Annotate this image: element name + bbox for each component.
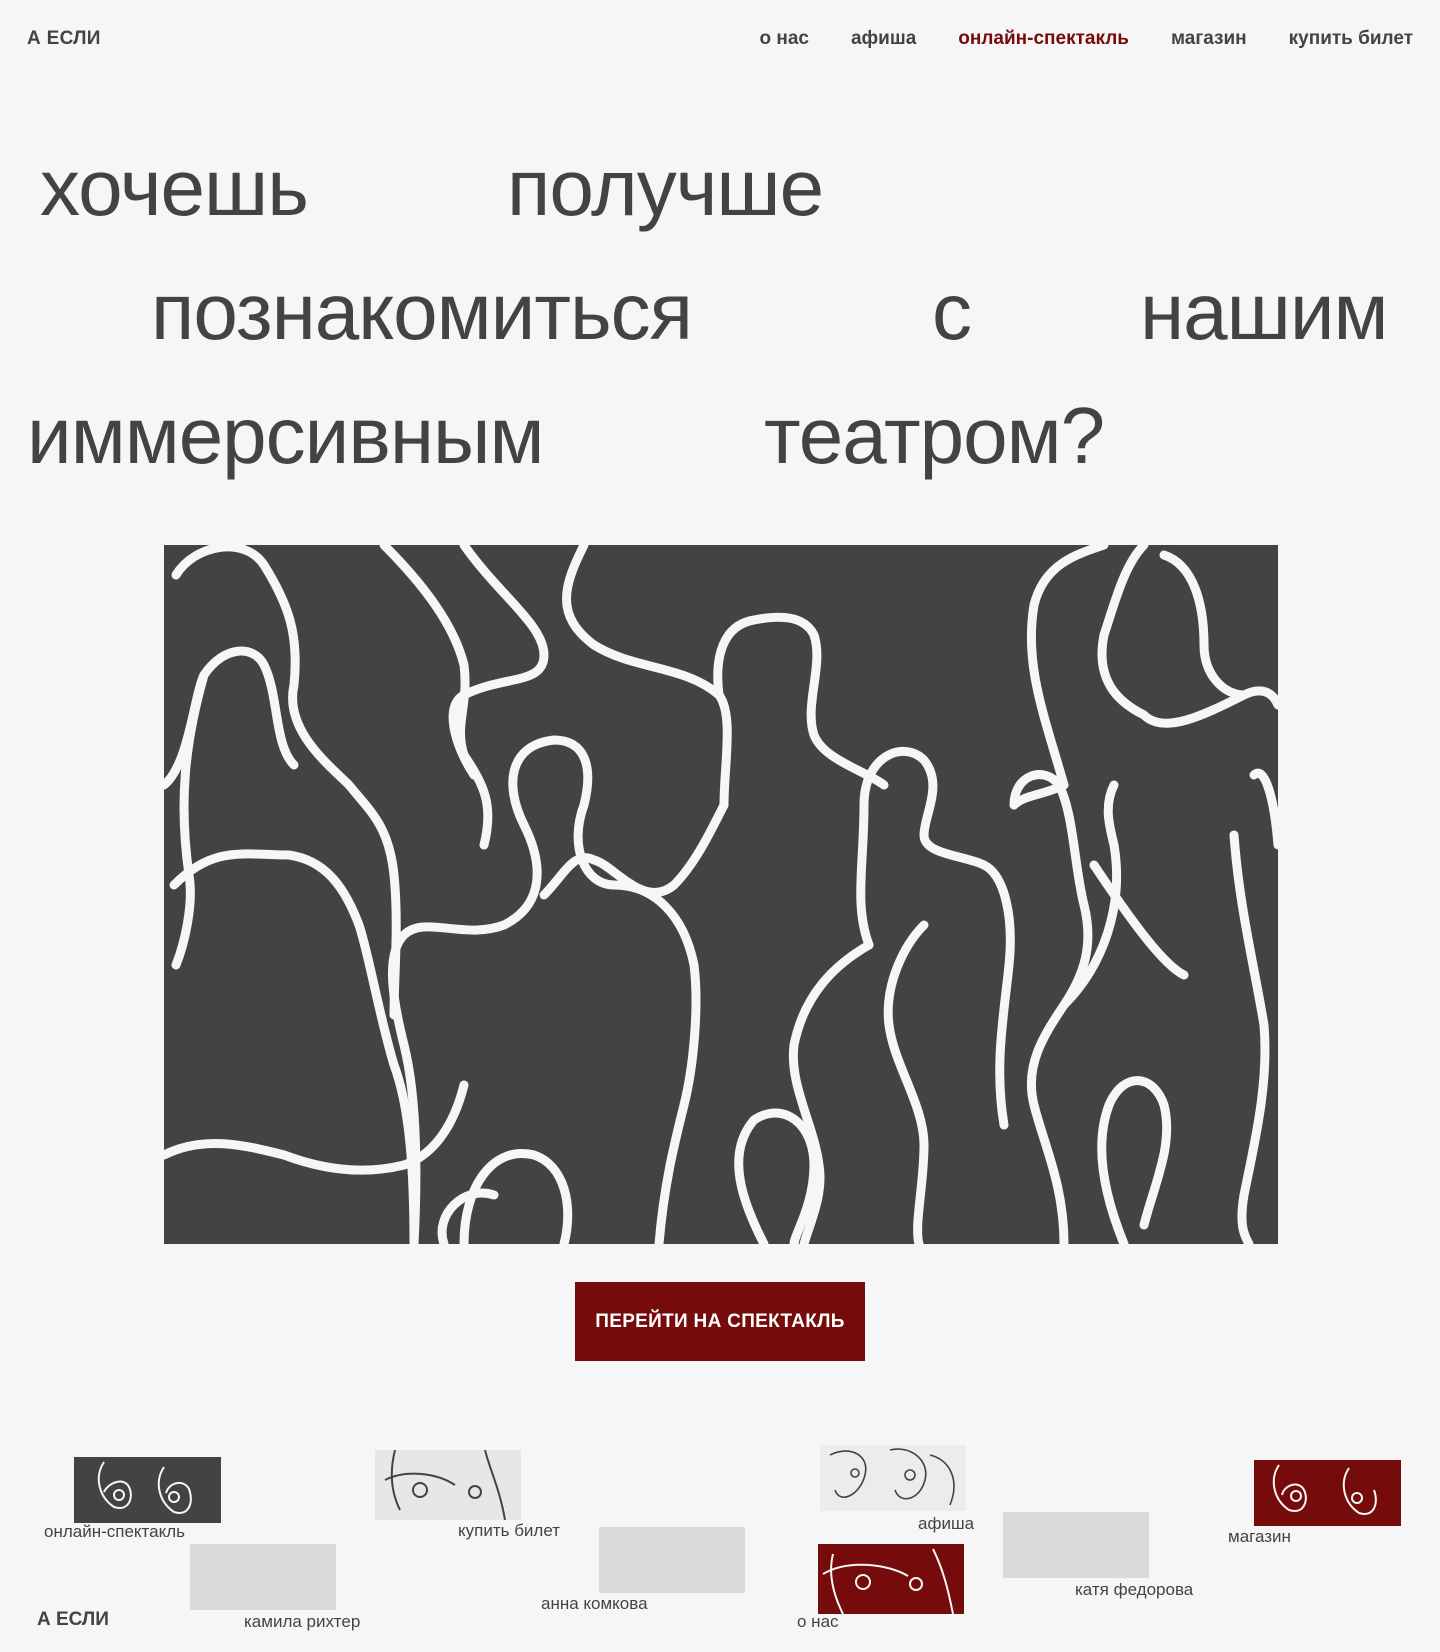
thumb-about[interactable]: [818, 1544, 964, 1614]
faces-sketch-icon: [822, 1548, 954, 1614]
footer-link-online-show[interactable]: онлайн-спектакль: [44, 1522, 185, 1542]
main-nav: о нас афиша онлайн-спектакль магазин куп…: [717, 28, 1413, 50]
headline-word: с: [932, 267, 972, 356]
footer-logo: А ЕСЛИ: [37, 1609, 109, 1630]
headline-word: нашим: [1140, 267, 1389, 356]
team-photo-placeholder: [599, 1527, 745, 1593]
thumb-online-show[interactable]: [74, 1457, 221, 1523]
faces-sketch-icon: [97, 1461, 192, 1514]
figures-line-art-icon: [164, 545, 1278, 1244]
team-photo-placeholder: [190, 1544, 336, 1610]
headline-word: познакомиться: [151, 267, 693, 356]
thumb-schedule[interactable]: [820, 1445, 966, 1511]
site-logo[interactable]: А ЕСЛИ: [27, 28, 101, 50]
headline-word: получше: [507, 143, 824, 232]
headline-word: театром?: [764, 391, 1105, 480]
headline-word: иммерсивным: [27, 391, 545, 480]
footer-link-katya-fedorova[interactable]: катя федорова: [1075, 1580, 1193, 1600]
footer-link-kamila-richter[interactable]: камила рихтер: [244, 1612, 360, 1632]
footer-link-anna-komkova[interactable]: анна комкова: [541, 1594, 648, 1614]
footer-link-shop[interactable]: магазин: [1228, 1527, 1291, 1547]
headline-word: хочешь: [40, 143, 309, 232]
page: А ЕСЛИ о нас афиша онлайн-спектакль мага…: [0, 0, 1440, 1652]
nav-about[interactable]: о нас: [759, 28, 809, 50]
nav-shop[interactable]: магазин: [1171, 28, 1247, 50]
thumb-buy-ticket[interactable]: [375, 1450, 521, 1520]
thumb-shop[interactable]: [1254, 1460, 1401, 1526]
team-photo-placeholder: [1003, 1512, 1149, 1578]
footer-link-schedule[interactable]: афиша: [918, 1514, 974, 1534]
footer-link-about[interactable]: о нас: [797, 1612, 839, 1632]
footer-link-buy-ticket[interactable]: купить билет: [458, 1521, 560, 1541]
nav-schedule[interactable]: афиша: [851, 28, 916, 50]
faces-sketch-icon: [1272, 1464, 1377, 1515]
nav-buy-ticket[interactable]: купить билет: [1289, 28, 1413, 50]
faces-sketch-icon: [384, 1450, 506, 1520]
faces-sketch-icon: [829, 1448, 955, 1506]
nav-online-show[interactable]: онлайн-спектакль: [958, 28, 1129, 50]
go-to-show-button[interactable]: ПЕРЕЙТИ НА СПЕКТАКЛЬ: [575, 1282, 865, 1361]
hero-artwork: [164, 545, 1278, 1244]
